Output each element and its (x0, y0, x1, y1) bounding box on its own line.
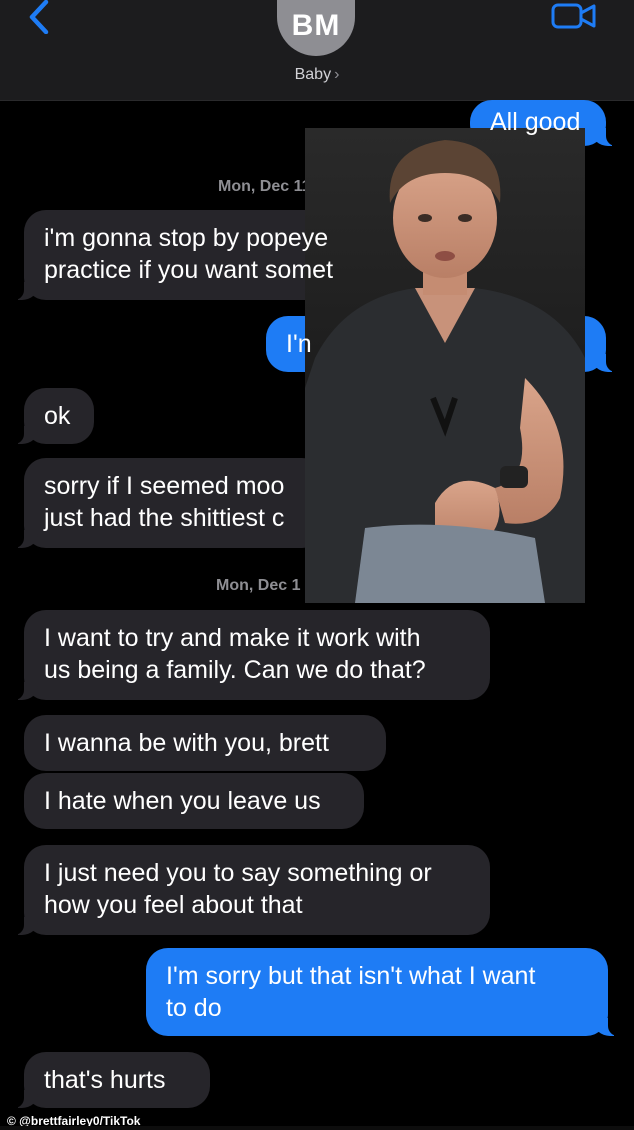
video-call-icon[interactable] (550, 2, 598, 30)
message-bubble-incoming[interactable]: I want to try and make it work with us b… (14, 610, 490, 700)
message-text: I wanna be with you, brett (44, 729, 329, 757)
message-bubble-incoming[interactable]: that's hurts (14, 1052, 210, 1108)
message-text: sorry if I seemed moo just had the shitt… (44, 472, 285, 532)
conversation-header: BM Baby › (0, 0, 634, 101)
chevron-right-icon: › (334, 66, 340, 83)
message-text: I'm sorry but that isn't what I want to … (166, 962, 536, 1022)
bottom-divider (0, 1126, 634, 1130)
message-bubble-incoming[interactable]: I hate when you leave us (24, 773, 364, 829)
contact-avatar[interactable]: BM (277, 0, 355, 56)
message-bubble-incoming[interactable]: sorry if I seemed moo just had the shitt… (14, 458, 324, 548)
message-text: that's hurts (44, 1066, 166, 1094)
message-text: I just need you to say something or how … (44, 859, 432, 919)
message-text: ok (44, 402, 71, 430)
person-photo-overlay (305, 128, 585, 603)
timestamp: Mon, Dec 1 (216, 577, 301, 594)
message-bubble-incoming[interactable]: I just need you to say something or how … (14, 845, 490, 935)
message-text: I want to try and make it work with us b… (44, 624, 426, 684)
message-text: I'n (286, 330, 312, 358)
message-bubble-outgoing[interactable]: I'm sorry but that isn't what I want to … (146, 948, 618, 1036)
back-chevron-icon[interactable] (24, 0, 54, 34)
message-bubble-incoming[interactable]: ok (14, 388, 94, 444)
contact-name-label: Baby (294, 66, 332, 83)
message-text: i'm gonna stop by popeye practice if you… (44, 224, 334, 284)
message-text: All good (490, 108, 581, 136)
person-photo-icon (305, 128, 585, 603)
message-text: I hate when you leave us (44, 787, 321, 815)
contact-name-link[interactable]: Baby › (0, 66, 634, 84)
message-bubble-incoming[interactable]: I wanna be with you, brett (24, 715, 386, 771)
